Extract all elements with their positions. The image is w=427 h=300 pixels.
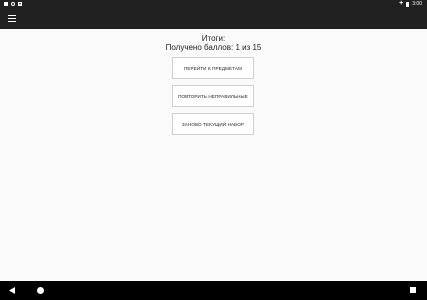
app-bar bbox=[0, 8, 427, 29]
status-left-icons bbox=[4, 0, 22, 8]
navigation-bar bbox=[0, 281, 427, 300]
repeat-wrong-button[interactable]: ПОВТОРИТЬ НЕПРАВИЛЬНЫЕ bbox=[172, 85, 254, 107]
go-to-subjects-button[interactable]: ПЕРЕЙТИ К ПРЕДМЕТАМ bbox=[172, 57, 254, 79]
settings-circle-icon bbox=[11, 2, 15, 6]
hamburger-menu-icon[interactable] bbox=[8, 15, 16, 22]
plus-icon: + bbox=[399, 0, 404, 7]
screen: + 3:00 Итоги: Получено баллов: 1 из 15 П… bbox=[0, 0, 427, 300]
home-icon[interactable] bbox=[37, 287, 44, 294]
status-bar: + 3:00 bbox=[0, 0, 427, 8]
status-time: 3:00 bbox=[412, 1, 422, 7]
status-right-icons: + 3:00 bbox=[399, 0, 422, 8]
battery-icon bbox=[406, 1, 410, 7]
recents-icon[interactable] bbox=[410, 287, 416, 293]
notification-square-icon bbox=[4, 2, 8, 6]
results-score: Получено баллов: 1 из 15 bbox=[165, 43, 262, 52]
results-title: Итоги: bbox=[201, 34, 226, 43]
restart-set-button[interactable]: ЗАНОВО ТЕКУЩИЙ НАБОР bbox=[172, 113, 254, 135]
download-icon bbox=[18, 2, 22, 6]
results-content: Итоги: Получено баллов: 1 из 15 ПЕРЕЙТИ … bbox=[0, 29, 427, 281]
back-icon[interactable] bbox=[9, 287, 16, 294]
